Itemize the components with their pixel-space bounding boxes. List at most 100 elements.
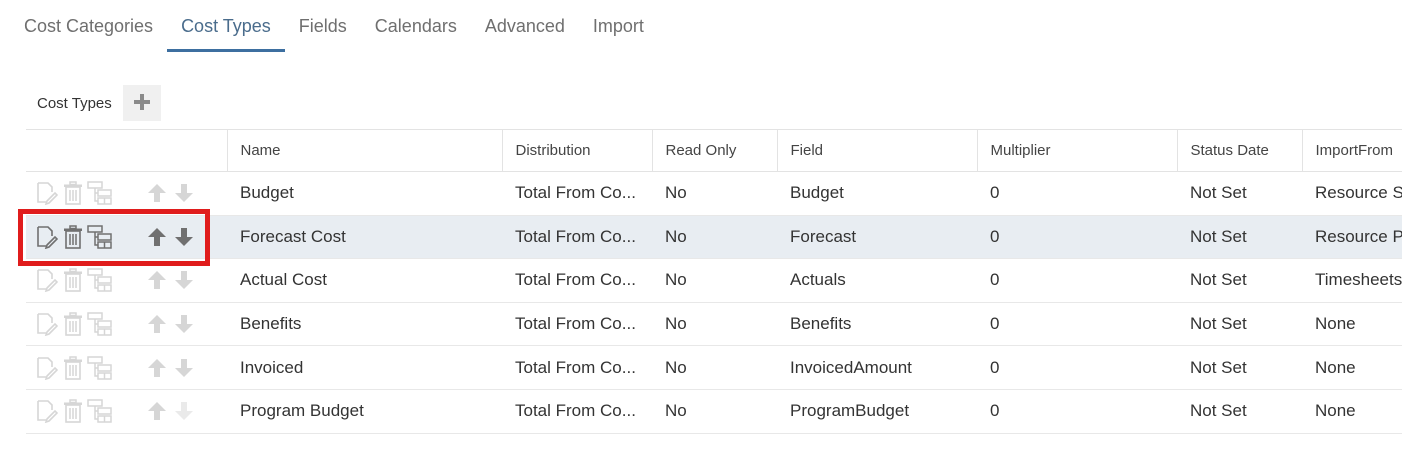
edit-icon[interactable] <box>32 267 59 293</box>
cell-distribution: Total From Co... <box>502 389 652 434</box>
tab-advanced[interactable]: Advanced <box>471 0 579 52</box>
cell-import-from: None <box>1302 345 1402 390</box>
column-header-import-from[interactable]: ImportFrom <box>1301 129 1402 172</box>
table-row[interactable]: Program Budget Total From Co... No Progr… <box>26 389 1402 434</box>
arrow-up-icon[interactable] <box>143 224 170 250</box>
row-actions <box>26 171 227 216</box>
arrow-up-icon[interactable] <box>143 398 170 424</box>
tab-cost-types[interactable]: Cost Types <box>167 0 285 52</box>
cell-status-date: Not Set <box>1177 171 1302 216</box>
cell-field: Budget <box>777 171 977 216</box>
arrow-down-icon[interactable] <box>170 224 197 250</box>
table-row[interactable]: Benefits Total From Co... No Benefits 0 … <box>26 302 1402 347</box>
arrow-down-icon[interactable] <box>170 180 197 206</box>
cell-multiplier: 0 <box>977 389 1177 434</box>
column-header-actions <box>26 129 227 172</box>
table-row[interactable]: Actual Cost Total From Co... No Actuals … <box>26 258 1402 303</box>
cell-distribution: Total From Co... <box>502 258 652 303</box>
column-header-field[interactable]: Field <box>776 129 977 172</box>
cell-distribution: Total From Co... <box>502 171 652 216</box>
arrow-down-icon[interactable] <box>170 355 197 381</box>
add-cost-type-button[interactable] <box>123 85 161 121</box>
trash-icon[interactable] <box>59 355 86 381</box>
hierarchy-icon[interactable] <box>86 180 113 206</box>
cell-name: Program Budget <box>227 389 502 434</box>
trash-icon[interactable] <box>59 267 86 293</box>
cell-multiplier: 0 <box>977 302 1177 347</box>
edit-icon[interactable] <box>32 355 59 381</box>
edit-icon[interactable] <box>32 311 59 337</box>
cell-import-from: None <box>1302 302 1402 347</box>
cell-read-only: No <box>652 302 777 347</box>
row-actions <box>26 215 227 260</box>
table-row[interactable]: Budget Total From Co... No Budget 0 Not … <box>26 171 1402 216</box>
arrow-up-icon[interactable] <box>143 355 170 381</box>
hierarchy-icon[interactable] <box>86 267 113 293</box>
cell-distribution: Total From Co... <box>502 345 652 390</box>
cell-read-only: No <box>652 345 777 390</box>
hierarchy-icon[interactable] <box>86 311 113 337</box>
cell-multiplier: 0 <box>977 215 1177 260</box>
cell-name: Actual Cost <box>227 258 502 303</box>
trash-icon[interactable] <box>59 311 86 337</box>
column-header-distribution[interactable]: Distribution <box>501 129 652 172</box>
plus-icon <box>133 93 151 114</box>
table-row-selected[interactable]: Forecast Cost Total From Co... No Foreca… <box>26 215 1402 260</box>
tab-import[interactable]: Import <box>579 0 658 52</box>
tab-calendars[interactable]: Calendars <box>361 0 471 52</box>
table-row[interactable]: Invoiced Total From Co... No InvoicedAmo… <box>26 345 1402 390</box>
cell-status-date: Not Set <box>1177 258 1302 303</box>
edit-icon[interactable] <box>32 180 59 206</box>
edit-icon[interactable] <box>32 224 59 250</box>
cell-status-date: Not Set <box>1177 215 1302 260</box>
cell-field: Benefits <box>777 302 977 347</box>
cell-field: ProgramBudget <box>777 389 977 434</box>
tab-bar: Cost Categories Cost Types Fields Calend… <box>10 0 658 52</box>
hierarchy-icon[interactable] <box>86 355 113 381</box>
cell-multiplier: 0 <box>977 345 1177 390</box>
arrow-down-icon[interactable] <box>170 311 197 337</box>
cell-multiplier: 0 <box>977 171 1177 216</box>
cost-types-table: Name Distribution Read Only Field Multip… <box>26 129 1402 434</box>
cell-field: Forecast <box>777 215 977 260</box>
cell-field: Actuals <box>777 258 977 303</box>
row-actions <box>26 302 227 347</box>
trash-icon[interactable] <box>59 224 86 250</box>
cell-multiplier: 0 <box>977 258 1177 303</box>
row-actions <box>26 258 227 303</box>
cell-status-date: Not Set <box>1177 302 1302 347</box>
column-header-name[interactable]: Name <box>226 129 502 172</box>
arrow-down-icon[interactable] <box>170 267 197 293</box>
trash-icon[interactable] <box>59 180 86 206</box>
arrow-up-icon[interactable] <box>143 267 170 293</box>
hierarchy-icon[interactable] <box>86 398 113 424</box>
cell-name: Forecast Cost <box>227 215 502 260</box>
row-actions <box>26 345 227 390</box>
cell-distribution: Total From Co... <box>502 302 652 347</box>
column-header-status-date[interactable]: Status Date <box>1176 129 1302 172</box>
trash-icon[interactable] <box>59 398 86 424</box>
section-title: Cost Types <box>37 95 112 112</box>
cell-status-date: Not Set <box>1177 345 1302 390</box>
column-header-read-only[interactable]: Read Only <box>651 129 777 172</box>
header-row: Name Distribution Read Only Field Multip… <box>26 129 1402 172</box>
cell-status-date: Not Set <box>1177 389 1302 434</box>
cell-field: InvoicedAmount <box>777 345 977 390</box>
cell-read-only: No <box>652 171 777 216</box>
cell-name: Budget <box>227 171 502 216</box>
arrow-down-icon[interactable] <box>170 398 197 424</box>
arrow-up-icon[interactable] <box>143 180 170 206</box>
cell-import-from: None <box>1302 389 1402 434</box>
edit-icon[interactable] <box>32 398 59 424</box>
cell-read-only: No <box>652 215 777 260</box>
cell-read-only: No <box>652 258 777 303</box>
hierarchy-icon[interactable] <box>86 224 113 250</box>
cell-import-from: Timesheets <box>1302 258 1402 303</box>
tab-cost-categories[interactable]: Cost Categories <box>10 0 167 52</box>
cell-name: Benefits <box>227 302 502 347</box>
column-header-multiplier[interactable]: Multiplier <box>976 129 1177 172</box>
arrow-up-icon[interactable] <box>143 311 170 337</box>
cell-name: Invoiced <box>227 345 502 390</box>
tab-fields[interactable]: Fields <box>285 0 361 52</box>
cell-import-from: Resource Pl <box>1302 215 1402 260</box>
